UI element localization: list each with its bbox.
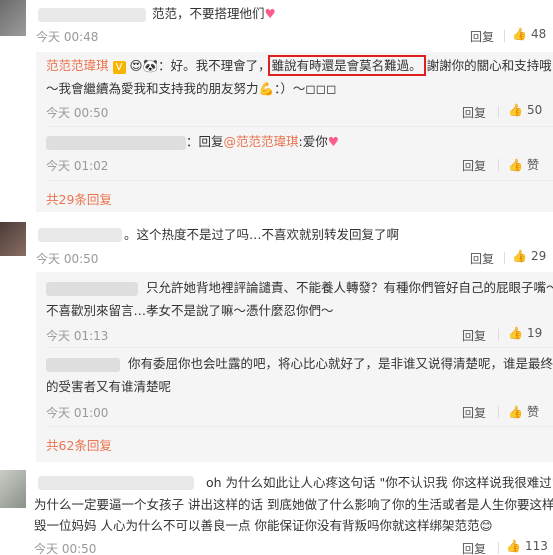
comment-text-line2: 为什么一定要逼一个女孩子 讲出这样的话 到底她做了什么影响了你的生活或者是人生你… (34, 497, 553, 512)
divider (46, 426, 553, 427)
divider (498, 542, 499, 554)
comment-text-line2: 的受害者又有谁清楚呢 (46, 379, 172, 394)
thumb-up-icon: 👍 (506, 539, 521, 553)
username-blurred[interactable] (38, 476, 194, 490)
divider (46, 126, 553, 127)
username-blurred[interactable] (38, 8, 146, 22)
like-button[interactable]: 👍 赞 (508, 156, 539, 173)
heart-emoji-icon: ♥ (327, 134, 339, 149)
like-button[interactable]: 👍 赞 (508, 403, 539, 420)
more-replies-link[interactable]: 共62条回复 (46, 435, 112, 454)
comment-text: oh 为什么如此让人心疼这句话 "你不认识我 你这样说我很难过" (206, 475, 553, 490)
divider (504, 252, 505, 264)
reply-thread (36, 52, 553, 212)
reply-button[interactable]: 回复 (462, 104, 486, 121)
comment-text-line2: ～我會繼續為愛我和支持我的朋友努力💪：）～◻◻◻ (46, 81, 337, 96)
divider (498, 106, 499, 118)
reply-button[interactable]: 回复 (462, 327, 486, 344)
flex-emoji-icon: 💪 (258, 81, 275, 96)
divider (498, 406, 499, 418)
thumb-up-icon: 👍 (508, 326, 523, 340)
reply-button[interactable]: 回复 (470, 28, 494, 45)
avatar[interactable] (0, 470, 26, 508)
comment-text: ：回复@范范范瑋琪:爱你♥ (186, 134, 339, 149)
divider (46, 180, 553, 181)
username-blurred[interactable] (46, 136, 186, 150)
comment-text-line2: 不喜歡別來留言…孝女不是說了嘛～憑什麼忍你們～ (46, 303, 334, 318)
comment-text-line3: 毁一位妈妈 人心为什么不可以善良一点 你能保证你没有背叛吗你就这样绑架范范😊 (34, 518, 493, 533)
comment-time: 今天 00:50 (46, 106, 109, 120)
comment-time: 今天 00:50 (36, 252, 99, 266)
divider (498, 329, 499, 341)
verified-icon: V (112, 61, 126, 74)
like-button[interactable]: 👍 50 (508, 103, 542, 117)
thumb-up-icon: 👍 (508, 157, 523, 172)
reply-button[interactable]: 回复 (470, 250, 494, 267)
author-name[interactable]: 范范范瑋琪 (46, 58, 109, 73)
reply-button[interactable]: 回复 (462, 157, 486, 174)
username-blurred[interactable] (46, 282, 138, 296)
comment-time: 今天 01:00 (46, 406, 109, 420)
heart-emoji-icon: ♥ (264, 6, 276, 21)
thumb-up-icon: 👍 (508, 103, 523, 117)
like-button[interactable]: 👍 48 (512, 27, 546, 41)
comment-time: 今天 01:02 (46, 159, 109, 173)
more-replies-link[interactable]: 共29条回复 (46, 189, 112, 208)
mention-link[interactable]: @范范范瑋琪 (224, 134, 299, 149)
like-button[interactable]: 👍 29 (512, 249, 546, 263)
reply-button[interactable]: 回复 (462, 540, 486, 555)
reply-button[interactable]: 回复 (462, 404, 486, 421)
divider (504, 30, 505, 42)
like-button[interactable]: 👍 19 (508, 326, 542, 340)
comment-time: 今天 00:48 (36, 30, 99, 44)
comment-text: 你有委屈你也会吐露的吧，将心比心就好了，是非谁又说得清楚呢，谁是最终 (128, 356, 553, 371)
comment-text: 范范，不要搭理他们♥ (152, 6, 276, 21)
username-blurred[interactable] (46, 358, 120, 372)
comment-text: 。这个热度不是过了吗…不喜欢就别转发回复了啊 (124, 227, 400, 242)
thumb-up-icon: 👍 (512, 27, 527, 41)
comment-time: 今天 01:13 (46, 329, 109, 343)
comment-text: 只允許她背地裡評論譴責、不能養人轉發？有種你們管好自己的屁眼子嘴～ (146, 280, 553, 295)
thumb-up-icon: 👍 (508, 404, 523, 419)
like-button[interactable]: 👍 113 (506, 539, 548, 553)
comment-text: 范范范瑋琪 V 😍🐼：好。我不理會了，雖說有時還是會莫名難過。 謝謝你的關心和支… (46, 55, 552, 76)
divider (498, 159, 499, 171)
emoji-icon: 😍🐼 (129, 58, 159, 73)
divider (46, 347, 553, 348)
smile-emoji-icon: 😊 (479, 518, 493, 533)
avatar[interactable] (0, 0, 26, 36)
avatar[interactable] (0, 222, 26, 256)
comment-time: 今天 00:50 (34, 542, 97, 555)
username-blurred[interactable] (38, 228, 122, 242)
thumb-up-icon: 👍 (512, 249, 527, 263)
highlighted-text: 雖說有時還是會莫名難過。 (267, 55, 426, 76)
